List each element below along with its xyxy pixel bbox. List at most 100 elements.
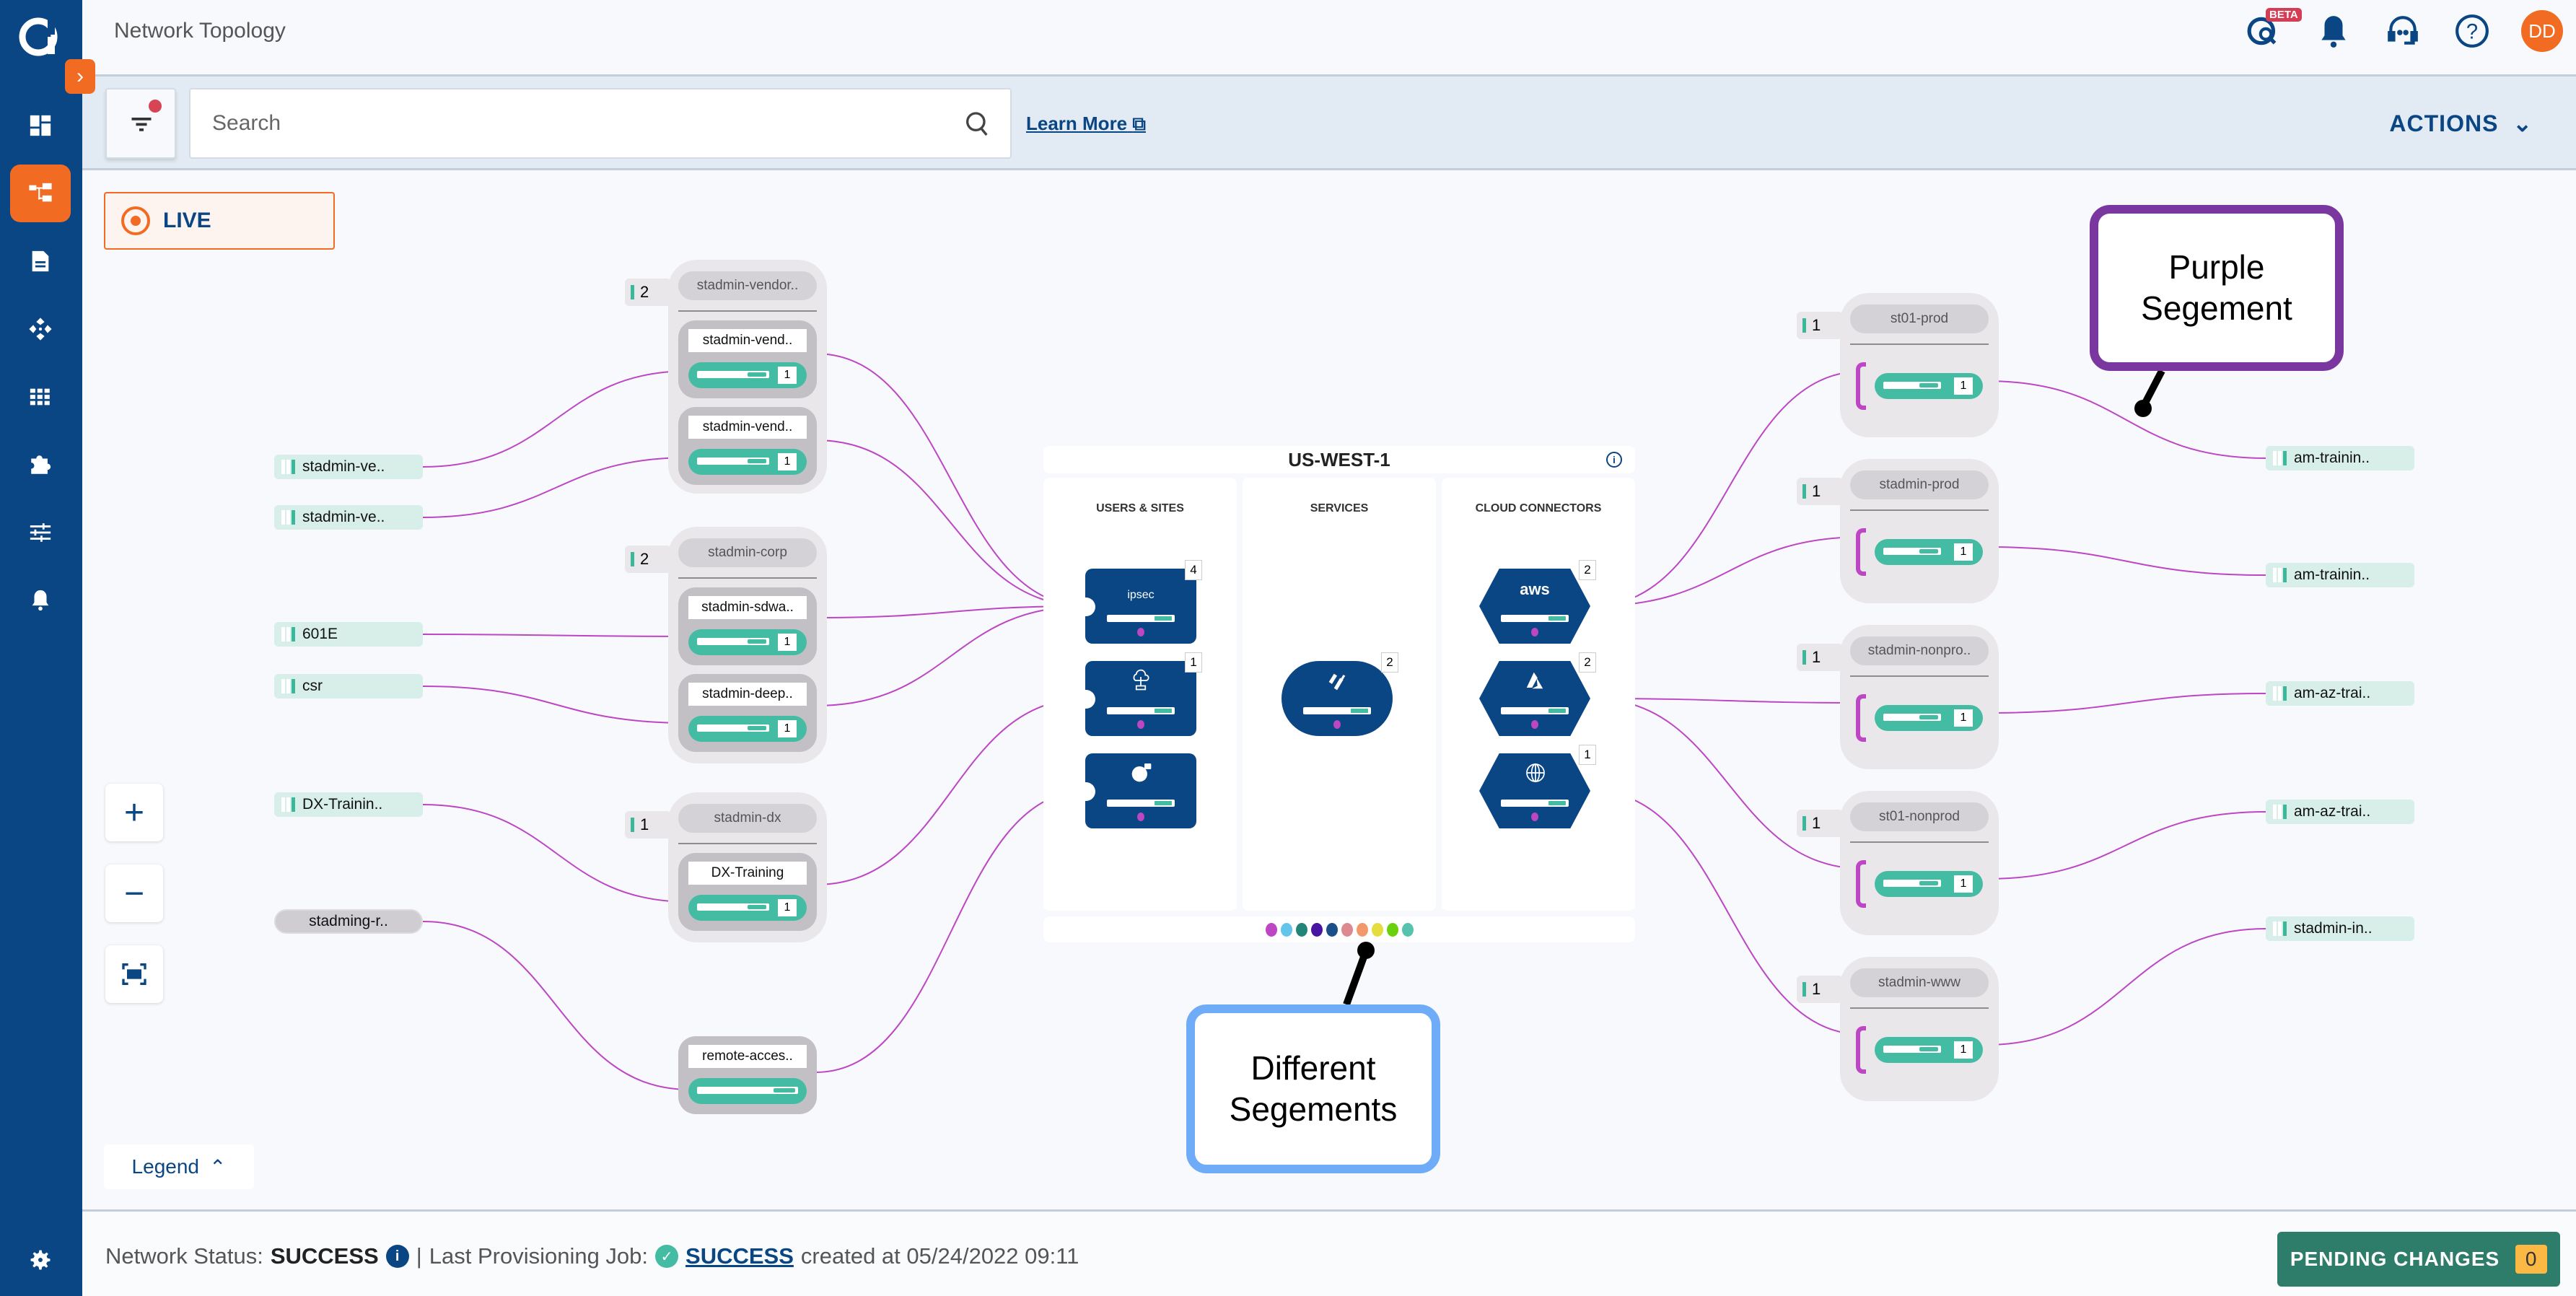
live-toggle[interactable]: LIVE <box>104 192 335 250</box>
aws-connector-node[interactable]: aws <box>1479 569 1590 644</box>
fit-to-screen-button[interactable] <box>105 945 163 1003</box>
settings-icon[interactable] <box>27 1247 53 1273</box>
group-count: 1 <box>1797 644 1843 671</box>
sidebar-item-integrations[interactable] <box>10 436 71 494</box>
info-icon[interactable]: i <box>385 1245 409 1268</box>
group-node[interactable]: 1 st01-nonprod 1 <box>1797 791 1999 935</box>
cloud-device-node[interactable] <box>1085 661 1196 736</box>
leaf-node[interactable]: csr <box>274 674 423 699</box>
support-button[interactable] <box>2383 11 2423 51</box>
learn-more-label: Learn More <box>1026 113 1128 134</box>
segment-node[interactable]: 1 <box>1850 1026 1989 1084</box>
leaf-node[interactable]: am-az-trai.. <box>2266 681 2414 706</box>
segment-node[interactable]: stadmin-vend.. 1 <box>678 320 817 398</box>
sidebar-item-policies[interactable] <box>10 504 71 561</box>
leaf-node[interactable]: stadmin-ve.. <box>274 455 423 479</box>
sidebar-item-network-services[interactable] <box>10 300 71 358</box>
leaf-node[interactable]: stadming-r.. <box>274 909 423 934</box>
segment-node[interactable]: stadmin-sdwa.. 1 <box>678 587 817 665</box>
segment-node[interactable]: 1 <box>1850 860 1989 918</box>
segment-color-dot[interactable] <box>1341 922 1353 937</box>
segment-color-dot[interactable] <box>1310 922 1323 937</box>
help-button[interactable]: ? <box>2452 11 2492 51</box>
leaf-node[interactable]: stadmin-ve.. <box>274 505 423 530</box>
segment-node[interactable]: stadmin-deep.. 1 <box>678 674 817 752</box>
group-node[interactable]: 2 stadmin-corp stadmin-sdwa.. 1 stadmin-… <box>625 527 827 763</box>
search-box <box>189 88 1012 159</box>
sidebar-item-alerts[interactable] <box>10 572 71 629</box>
network-status-value: SUCCESS <box>270 1243 379 1269</box>
segment-pill: 1 <box>688 895 807 921</box>
segment-color-dot[interactable] <box>1356 922 1368 937</box>
segment-node[interactable]: 1 <box>1850 362 1989 420</box>
segment-color-dot[interactable] <box>1295 922 1307 937</box>
group-node[interactable]: 2 stadmin-vendor.. stadmin-vend.. 1 stad… <box>625 260 827 494</box>
segment-node[interactable]: DX-Training 1 <box>678 853 817 931</box>
leaf-node[interactable]: am-trainin.. <box>2266 446 2414 470</box>
leaf-node[interactable]: stadmin-in.. <box>2266 916 2414 941</box>
segment-color-dot[interactable] <box>1401 922 1414 937</box>
segment-node[interactable]: stadmin-vend.. 1 <box>678 407 817 485</box>
search-icon[interactable] <box>963 110 991 139</box>
segment-color-dot[interactable] <box>1326 922 1338 937</box>
topology-edge <box>422 921 691 1090</box>
segment-count: 1 <box>778 899 797 916</box>
sidebar-item-dashboard[interactable] <box>10 97 71 154</box>
segment-bars-icon <box>281 627 295 642</box>
divider <box>1850 509 1989 511</box>
group-node[interactable]: 1 stadmin-nonpro.. 1 <box>1797 625 1999 769</box>
leaf-node[interactable]: 601E <box>274 622 423 647</box>
segment-color-dot[interactable] <box>1386 922 1398 937</box>
check-circle-icon: ✓ <box>655 1245 679 1268</box>
leaf-node[interactable]: am-az-trai.. <box>2266 800 2414 824</box>
filter-button[interactable] <box>105 88 176 159</box>
chevron-down-icon: ⌄ <box>2513 110 2533 136</box>
azure-connector-node[interactable] <box>1479 661 1590 736</box>
segment-node[interactable]: 1 <box>1850 694 1989 752</box>
pending-changes-button[interactable]: PENDING CHANGES 0 <box>2277 1232 2560 1287</box>
ipsec-node[interactable]: ipsec <box>1085 569 1196 644</box>
info-icon[interactable]: i <box>1606 452 1622 468</box>
zoom-out-button[interactable]: − <box>105 864 163 922</box>
leaf-node[interactable]: DX-Trainin.. <box>274 792 423 817</box>
app-root: › Network Topology BETA ? DD Search Lear… <box>0 0 2576 1296</box>
notifications-button[interactable] <box>2313 11 2354 51</box>
group-node[interactable]: 1 stadmin-prod 1 <box>1797 459 1999 603</box>
segment-dot <box>1137 813 1144 821</box>
pointer-line <box>2139 369 2165 409</box>
job-status-link[interactable]: SUCCESS <box>685 1243 794 1269</box>
learn-more-link[interactable]: Learn More ⧉ <box>1026 113 1146 136</box>
segment-pill: 1 <box>1875 705 1983 731</box>
sidebar-item-documents[interactable] <box>10 232 71 290</box>
topology-edge <box>1985 693 2266 714</box>
group-node[interactable]: 1 stadmin-www 1 <box>1797 957 1999 1101</box>
segment-pill: 1 <box>1875 373 1983 399</box>
region-card[interactable]: US-WEST-1 i USERS & SITES SERVICES CLOUD… <box>1043 446 1635 942</box>
segment-color-dot[interactable] <box>1280 922 1292 937</box>
sidebar-item-network-topology[interactable] <box>10 165 71 222</box>
segment-node[interactable]: 1 <box>1850 528 1989 586</box>
network-search-button[interactable]: BETA <box>2244 8 2302 51</box>
sidebar-expand-button[interactable]: › <box>65 59 95 94</box>
globe-lock-node[interactable] <box>1085 753 1196 828</box>
segment-color-dot[interactable] <box>1371 922 1383 937</box>
search-input[interactable] <box>212 111 934 136</box>
segment-color-dot[interactable] <box>1265 922 1277 937</box>
segment-node-remote-access[interactable]: remote-acces.. <box>678 1036 817 1114</box>
palo-alto-service-node[interactable] <box>1282 661 1393 736</box>
leaf-node[interactable]: am-trainin.. <box>2266 563 2414 587</box>
actions-dropdown[interactable]: ACTIONS ⌄ <box>2389 110 2533 137</box>
user-avatar[interactable]: DD <box>2521 10 2563 52</box>
annotation-purple-segment: Purple Segement <box>2090 205 2344 371</box>
sidebar-item-apps[interactable] <box>10 368 71 426</box>
segment-label: stadmin-deep.. <box>688 683 807 706</box>
group-node[interactable]: 1 st01-prod 1 <box>1797 293 1999 437</box>
legend-toggle[interactable]: Legend ⌃ <box>104 1144 254 1189</box>
zoom-in-button[interactable]: + <box>105 784 163 841</box>
leaf-label: am-az-trai.. <box>2294 803 2371 820</box>
app-logo-icon[interactable] <box>16 14 61 59</box>
leaf-label: stadmin-ve.. <box>302 458 385 475</box>
filter-active-dot <box>149 100 162 113</box>
group-node[interactable]: 1 stadmin-dx DX-Training 1 <box>625 792 827 942</box>
globe-network-connector-node[interactable] <box>1479 753 1590 828</box>
